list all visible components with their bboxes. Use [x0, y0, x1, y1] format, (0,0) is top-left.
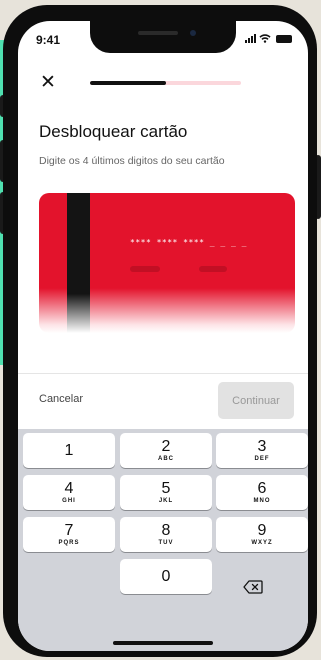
notch — [90, 21, 236, 53]
key-digit: 8 — [161, 522, 171, 539]
backspace-glyph — [243, 580, 263, 594]
key-digit: 5 — [161, 480, 171, 497]
close-icon[interactable]: ✕ — [40, 73, 56, 93]
key-letters: GHI — [62, 498, 76, 504]
battery-icon — [276, 34, 292, 43]
divider — [18, 373, 308, 374]
status-time: 9:41 — [36, 33, 61, 47]
key-digit: 9 — [257, 522, 267, 539]
key-7[interactable]: 7 PQRS — [23, 517, 115, 552]
key-digit: 2 — [161, 438, 171, 455]
key-letters: PQRS — [58, 540, 80, 546]
key-digit: 7 — [64, 522, 74, 539]
key-8[interactable]: 8 TUV — [120, 517, 212, 552]
masked-digits: **** **** **** — [130, 238, 205, 247]
cancel-button[interactable]: Cancelar — [39, 393, 83, 405]
numeric-keypad: 1 2 ABC 3 DEF 4 GHI 5 JKL 6 MNO 7 PQRS 8 TUV 9W… — [18, 429, 308, 651]
status-icons — [245, 34, 292, 43]
home-indicator — [113, 641, 213, 645]
page-subtitle: Digite os 4 últimos digitos do seu cartã… — [39, 155, 225, 167]
key-digit: 1 — [64, 442, 74, 459]
phone-frame: 9:41 ✕ Desbloquear cartão Digite os 4 úl… — [3, 5, 317, 657]
key-digit: 3 — [257, 438, 267, 455]
page-title: Desbloquear cartão — [39, 122, 188, 141]
card-detail-pill — [199, 266, 227, 272]
card-detail-pill — [130, 266, 160, 272]
speaker — [138, 31, 178, 35]
key-5[interactable]: 5 JKL — [120, 475, 212, 510]
key-digit: 6 — [257, 480, 267, 497]
key-letters: DEF — [254, 456, 270, 462]
key-letters: MNO — [253, 498, 271, 504]
continue-button[interactable]: Continuar — [218, 382, 294, 419]
camera-icon — [190, 30, 196, 36]
key-letters: TUV — [158, 540, 174, 546]
wifi-icon — [259, 34, 271, 43]
screen: 9:41 ✕ Desbloquear cartão Digite os 4 úl… — [18, 21, 308, 651]
key-4[interactable]: 4 GHI — [23, 475, 115, 510]
backspace-icon[interactable] — [238, 577, 268, 597]
key-9[interactable]: 9 WXYZ — [216, 517, 308, 552]
key-digit: 0 — [161, 568, 171, 585]
key-0[interactable]: 0 — [120, 559, 212, 594]
key-1[interactable]: 1 — [23, 433, 115, 468]
key-3[interactable]: 3 DEF — [216, 433, 308, 468]
magnetic-stripe — [67, 193, 90, 333]
card-illustration: **** **** **** _ _ _ _ — [39, 193, 295, 333]
key-letters: WXYZ — [251, 540, 273, 546]
progress-fill — [90, 81, 166, 85]
last-digits-placeholder: _ _ _ _ — [209, 238, 247, 247]
key-2[interactable]: 2 ABC — [120, 433, 212, 468]
signal-icon — [245, 34, 256, 43]
key-letters: ABC — [158, 456, 174, 462]
key-letters: JKL — [158, 498, 174, 504]
card-number: **** **** **** _ _ _ _ — [130, 238, 247, 247]
progress-bar — [90, 81, 241, 85]
key-digit: 4 — [64, 480, 74, 497]
key-6[interactable]: 6 MNO — [216, 475, 308, 510]
